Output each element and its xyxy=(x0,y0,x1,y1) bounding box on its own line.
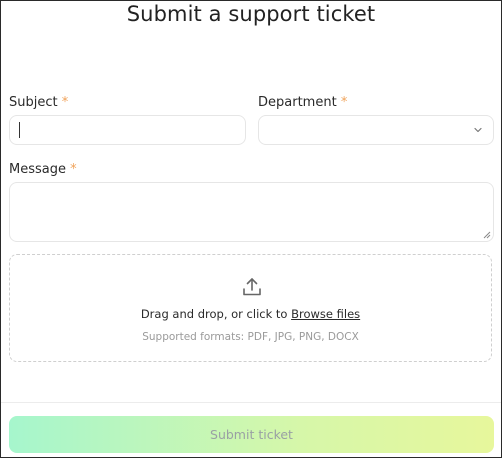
subject-label: Subject * xyxy=(9,95,68,110)
text-caret xyxy=(19,122,20,138)
subject-input[interactable] xyxy=(9,115,246,145)
department-label-text: Department xyxy=(258,95,337,110)
chevron-down-icon xyxy=(474,127,482,133)
upload-icon xyxy=(243,278,261,296)
resize-handle-icon[interactable] xyxy=(483,231,491,239)
department-required-mark: * xyxy=(340,95,348,110)
supported-formats-text: Supported formats: PDF, JPG, PNG, DOCX xyxy=(142,331,359,343)
message-label: Message * xyxy=(9,162,77,177)
message-textarea[interactable] xyxy=(9,182,494,242)
page-title: Submit a support ticket xyxy=(126,2,376,26)
dropzone-prompt: Drag and drop, or click to Browse files xyxy=(10,307,491,321)
support-ticket-form: Submit a support ticket Subject * Depart… xyxy=(0,0,502,458)
subject-label-text: Subject xyxy=(9,95,58,110)
submit-ticket-button[interactable]: Submit ticket xyxy=(9,416,494,453)
file-dropzone[interactable]: Drag and drop, or click to Browse files … xyxy=(9,254,492,362)
message-label-text: Message xyxy=(9,162,66,177)
dropzone-prompt-text: Drag and drop, or click to xyxy=(140,307,288,321)
department-select[interactable] xyxy=(258,115,494,145)
footer-divider xyxy=(1,402,501,403)
message-required-mark: * xyxy=(70,162,77,177)
browse-files-link[interactable]: Browse files xyxy=(291,307,360,321)
department-label: Department * xyxy=(258,95,347,110)
subject-required-mark: * xyxy=(61,95,69,110)
